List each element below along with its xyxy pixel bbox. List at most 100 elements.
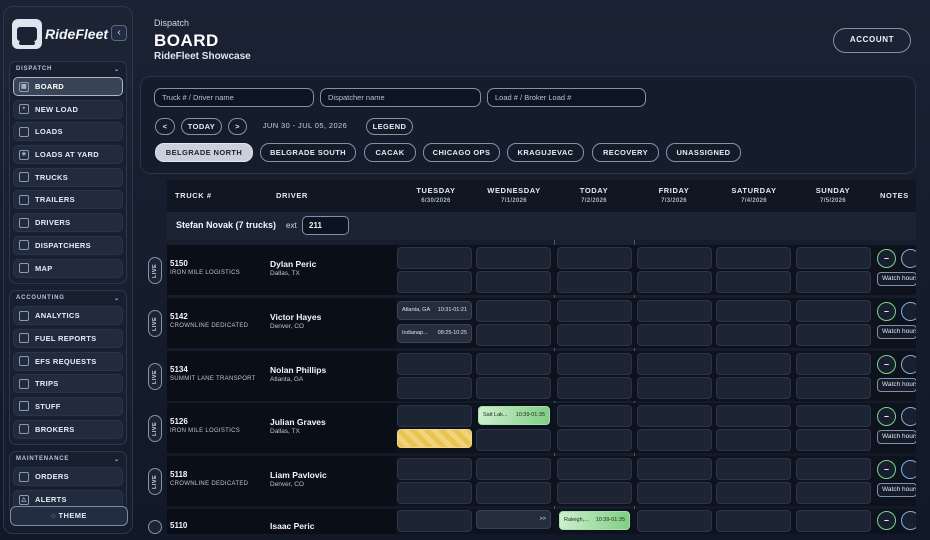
load-card-warning[interactable] — [397, 429, 472, 448]
live-badge[interactable]: LIVE — [148, 257, 162, 284]
watch-hours-field[interactable]: Watch hours — [877, 378, 916, 392]
schedule-cell[interactable] — [716, 324, 791, 346]
schedule-cell[interactable] — [637, 377, 712, 399]
sidebar-item-trips[interactable]: TRIPS — [13, 374, 123, 394]
load-card[interactable]: Salt Lak... 10:39-01:35 — [478, 406, 550, 425]
add-note-button[interactable] — [901, 460, 916, 479]
driver-name[interactable]: Liam Pavlovic — [270, 470, 327, 480]
today-button[interactable]: TODAY — [181, 118, 222, 135]
live-badge[interactable]: LIVE — [148, 468, 162, 495]
schedule-cell[interactable] — [557, 482, 632, 504]
schedule-cell[interactable] — [716, 377, 791, 399]
schedule-cell[interactable] — [637, 300, 712, 322]
schedule-cell[interactable] — [637, 247, 712, 269]
sidebar-item-drivers[interactable]: DRIVERS — [13, 213, 123, 233]
schedule-cell[interactable] — [716, 271, 791, 293]
maintenance-section-header[interactable]: MAINTENANCE ⌄ — [13, 456, 123, 467]
sidebar-item-efs-requests[interactable]: EFS REQUESTS — [13, 351, 123, 371]
schedule-cell[interactable] — [637, 271, 712, 293]
sidebar-item-loads-at-yard[interactable]: ✳ LOADS AT YARD — [13, 145, 123, 165]
live-badge[interactable]: LIVE — [148, 310, 162, 337]
schedule-cell[interactable] — [716, 458, 791, 480]
watch-hours-field[interactable]: Watch hours — [877, 325, 916, 339]
dispatch-section-header[interactable]: DISPATCH ⌄ — [13, 66, 123, 77]
schedule-cell[interactable] — [796, 429, 871, 451]
truck-number[interactable]: 5126 — [170, 417, 188, 426]
sidebar-item-fuel-reports[interactable]: FUEL REPORTS — [13, 328, 123, 348]
truck-number[interactable]: 5142 — [170, 312, 188, 321]
schedule-cell[interactable] — [557, 377, 632, 399]
schedule-cell[interactable] — [476, 247, 551, 269]
schedule-cell[interactable] — [397, 405, 472, 427]
schedule-cell[interactable] — [476, 271, 551, 293]
schedule-cell[interactable] — [557, 429, 632, 451]
group-tab-chicago-ops[interactable]: CHICAGO OPS — [423, 143, 500, 162]
remove-note-button[interactable]: – — [877, 511, 896, 530]
sidebar-item-trailers[interactable]: TRAILERS — [13, 190, 123, 210]
schedule-cell[interactable] — [397, 353, 472, 375]
schedule-cell[interactable] — [397, 458, 472, 480]
schedule-cell[interactable] — [796, 300, 871, 322]
schedule-cell[interactable] — [476, 429, 551, 451]
driver-name[interactable]: Nolan Phillips — [270, 365, 326, 375]
group-tab-cacak[interactable]: CACAK — [364, 143, 416, 162]
remove-note-button[interactable]: – — [877, 407, 896, 426]
add-note-button[interactable] — [901, 407, 916, 426]
schedule-cell[interactable] — [637, 510, 712, 532]
remove-note-button[interactable]: – — [877, 249, 896, 268]
sidebar-item-brokers[interactable]: BROKERS — [13, 419, 123, 439]
account-button[interactable]: ACCOUNT — [833, 28, 911, 53]
legend-button[interactable]: LEGEND — [366, 118, 413, 135]
schedule-cell[interactable] — [397, 247, 472, 269]
add-note-button[interactable] — [901, 355, 916, 374]
add-note-button[interactable] — [901, 302, 916, 321]
schedule-cell[interactable] — [796, 324, 871, 346]
schedule-cell[interactable] — [637, 458, 712, 480]
driver-name[interactable]: Isaac Peric — [270, 521, 314, 531]
schedule-cell[interactable] — [476, 324, 551, 346]
sidebar-item-map[interactable]: MAP — [13, 258, 123, 278]
remove-note-button[interactable]: – — [877, 302, 896, 321]
schedule-cell[interactable] — [397, 510, 472, 532]
schedule-cell[interactable] — [397, 271, 472, 293]
live-badge[interactable]: LIVE — [148, 415, 162, 442]
schedule-cell[interactable] — [476, 353, 551, 375]
group-tab-unassigned[interactable]: UNASSIGNED — [666, 143, 741, 162]
truck-number[interactable]: 5150 — [170, 259, 188, 268]
schedule-cell[interactable] — [716, 510, 791, 532]
schedule-cell[interactable] — [557, 271, 632, 293]
schedule-cell[interactable] — [557, 458, 632, 480]
schedule-cell[interactable] — [796, 353, 871, 375]
live-badge[interactable]: LIVE — [148, 363, 162, 390]
schedule-cell[interactable] — [796, 405, 871, 427]
accounting-section-header[interactable]: ACCOUNTING ⌄ — [13, 295, 123, 306]
sidebar-item-board[interactable]: ▦ BOARD — [13, 77, 123, 96]
watch-hours-field[interactable]: Watch hours — [877, 430, 916, 444]
truck-driver-search-input[interactable]: Truck # / Driver name — [154, 88, 314, 107]
load-card[interactable]: >> — [476, 510, 551, 529]
schedule-cell[interactable] — [716, 247, 791, 269]
schedule-cell[interactable] — [637, 405, 712, 427]
schedule-cell[interactable] — [557, 405, 632, 427]
schedule-cell[interactable] — [796, 510, 871, 532]
sidebar-item-loads[interactable]: LOADS — [13, 122, 123, 142]
dispatcher-search-input[interactable]: Dispatcher name — [320, 88, 481, 107]
schedule-cell[interactable] — [716, 353, 791, 375]
schedule-cell[interactable] — [476, 482, 551, 504]
load-card[interactable]: Indianap... 08:25-10:25 — [397, 324, 472, 343]
group-tab-kragujevac[interactable]: KRAGUJEVAC — [507, 143, 584, 162]
schedule-cell[interactable] — [716, 429, 791, 451]
group-tab-belgrade-north[interactable]: BELGRADE NORTH — [155, 143, 253, 162]
schedule-cell[interactable] — [716, 300, 791, 322]
schedule-cell[interactable] — [637, 429, 712, 451]
driver-name[interactable]: Julian Graves — [270, 417, 326, 427]
schedule-cell[interactable] — [716, 482, 791, 504]
schedule-cell[interactable] — [637, 324, 712, 346]
schedule-cell[interactable] — [637, 353, 712, 375]
load-card[interactable]: Raleigh,... 10:39-01:35 — [559, 511, 630, 530]
watch-hours-field[interactable]: Watch hours — [877, 272, 916, 286]
schedule-cell[interactable] — [637, 482, 712, 504]
live-badge[interactable] — [148, 520, 162, 534]
schedule-cell[interactable] — [557, 324, 632, 346]
schedule-cell[interactable] — [796, 247, 871, 269]
